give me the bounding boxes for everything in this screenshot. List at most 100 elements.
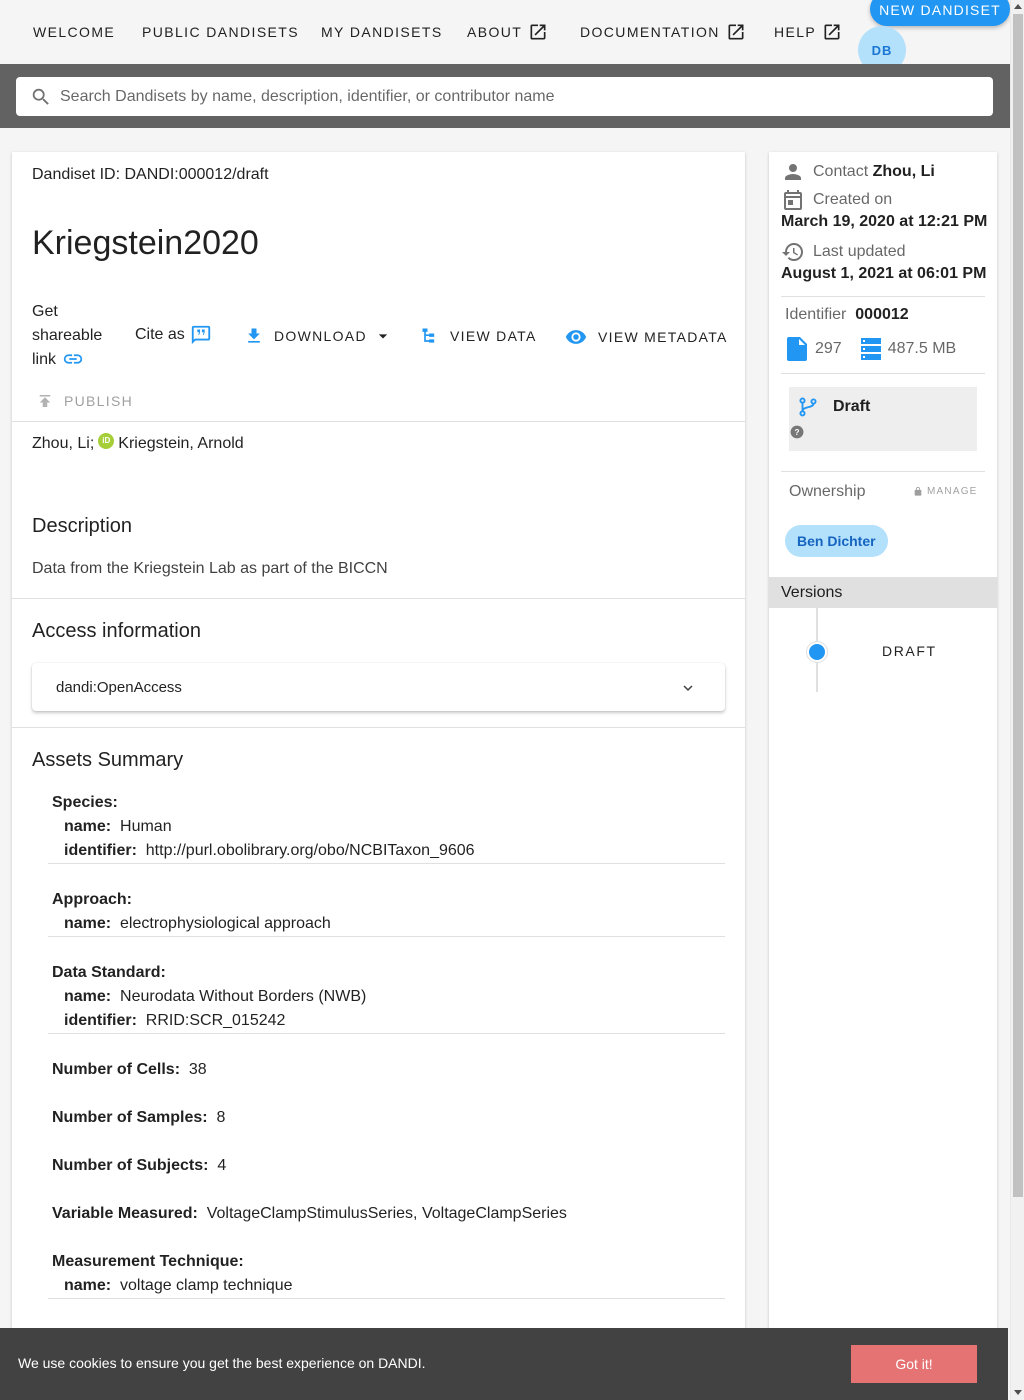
cookie-banner: We use cookies to ensure you get the bes… [0,1328,1008,1400]
number-of-samples: Number of Samples: 8 [52,1106,225,1130]
samples-key: Number of Samples: [52,1109,208,1126]
cite-as-label: Cite as [135,326,185,343]
species-key: Species: [52,794,118,811]
eye-icon [565,330,587,344]
svg-text:?: ? [795,428,800,437]
versions-header: Versions [769,577,997,608]
dandiset-side-card: Contact Zhou, Li Created on March 19, 20… [769,152,997,1352]
owner-chip[interactable]: Ben Dichter [785,525,888,557]
cells-value: 38 [188,1061,207,1078]
identifier-value: 000012 [855,306,909,323]
download-icon [248,328,260,343]
summary-measurement-technique: Measurement Technique: name: voltage cla… [48,1250,725,1299]
data-standard-key: Data Standard: [52,964,166,981]
nav-welcome[interactable]: WELCOME [33,22,115,42]
technique-key: Measurement Technique: [52,1253,244,1270]
new-dandiset-button[interactable]: NEW DANDISET [870,0,1010,26]
variable-value: VoltageClampStimulusSeries, VoltageClamp… [206,1205,567,1222]
publish-button[interactable]: PUBLISH [36,392,133,410]
publish-label: PUBLISH [64,393,134,409]
variable-key: Variable Measured: [52,1205,198,1222]
search-box [16,77,993,116]
branch-icon [799,397,817,417]
database-icon [860,338,881,360]
nav-documentation-label: DOCUMENTATION [580,24,720,40]
number-of-cells: Number of Cells: 38 [52,1058,207,1082]
access-value: dandi:OpenAccess [56,678,182,696]
nav-documentation[interactable]: DOCUMENTATION [580,22,746,42]
orcid-icon[interactable]: iD [98,433,115,449]
divider [781,296,985,297]
divider [12,727,745,728]
species-name-row: name: Human [64,815,172,839]
contributor-zhou: Zhou, Li; [32,435,95,452]
data-standard-identifier-key: identifier: [64,1012,137,1029]
view-data-label: VIEW DATA [450,328,537,344]
cookie-text: We use cookies to ensure you get the bes… [18,1355,426,1371]
nav-about[interactable]: ABOUT [467,22,548,42]
access-expansion-panel[interactable]: dandi:OpenAccess [32,663,725,711]
summary-approach: Approach: name: electrophysiological app… [48,888,725,937]
nav-public-dandisets[interactable]: PUBLIC DANDISETS [142,22,299,42]
lock-icon [914,486,922,496]
created-row: Created on [781,188,892,212]
cells-key: Number of Cells: [52,1061,181,1078]
dandiset-id: Dandiset ID: DANDI:000012/draft [32,166,269,183]
nav-help[interactable]: HELP [774,22,842,42]
shareable-link-button[interactable]: Get shareable link [32,300,112,372]
scroll-down-arrow[interactable] [1014,1390,1022,1395]
contact-value[interactable]: Zhou, Li [873,163,935,181]
cookie-accept-button[interactable]: Got it! [851,1345,977,1383]
timeline-dot [807,642,827,662]
file-tree-icon [422,328,435,343]
species-name-key: name: [64,818,112,835]
approach-name-row: name: electrophysiological approach [64,912,331,936]
cite-as-button[interactable]: Cite as [135,324,212,346]
search-icon [32,88,49,105]
calendar-icon [784,190,802,210]
description-text: Data from the Kriegstein Lab as part of … [32,560,388,577]
external-link-icon [824,24,840,40]
history-icon [782,243,803,261]
nav-my-dandisets[interactable]: MY DANDISETS [321,22,443,42]
subjects-key: Number of Subjects: [52,1157,209,1174]
created-value: March 19, 2020 at 12:21 PM [781,213,988,230]
publish-icon [39,395,51,407]
manage-label: MANAGE [927,486,978,497]
divider [12,421,745,422]
file-stats-row: 297 487.5 MB [787,337,956,361]
technique-name-key: name: [64,1277,112,1294]
created-label: Created on [813,191,893,208]
file-icon [787,337,807,361]
approach-name: electrophysiological approach [120,915,331,932]
number-of-subjects: Number of Subjects: 4 [52,1154,226,1178]
nav-about-label: ABOUT [467,24,523,40]
identifier-label: Identifier [785,306,847,323]
link-icon [64,354,83,364]
version-draft-item[interactable]: DRAFT [882,643,937,659]
data-standard-name-row: name: Neurodata Without Borders (NWB) [64,985,366,1009]
species-identifier-row: identifier: http://purl.obolibrary.org/o… [64,839,475,863]
view-metadata-button[interactable]: VIEW METADATA [564,326,728,348]
search-input[interactable] [60,87,960,106]
scroll-thumb[interactable] [1013,14,1023,1197]
updated-row: Last updated [781,240,906,264]
updated-value: August 1, 2021 at 06:01 PM [781,265,987,282]
variable-measured: Variable Measured: VoltageClampStimulusS… [52,1202,567,1226]
species-identifier-key: identifier: [64,842,137,859]
view-data-button[interactable]: VIEW DATA [420,326,537,346]
contact-row: Contact Zhou, Li [781,160,935,184]
top-nav: WELCOME PUBLIC DANDISETS MY DANDISETS AB… [0,0,1010,74]
ownership-label: Ownership [789,483,866,500]
manage-owners-button[interactable]: MANAGE [913,486,978,497]
approach-name-key: name: [64,915,112,932]
help-icon[interactable]: ? [790,425,804,439]
caret-down-icon [378,334,388,339]
draft-label: Draft [833,398,871,415]
summary-species: Species: name: Human identifier: http://… [48,791,725,864]
chevron-down-icon [683,685,693,691]
scroll-up-arrow[interactable] [1014,4,1022,9]
data-standard-name: Neurodata Without Borders (NWB) [120,988,367,1005]
page-scrollbar[interactable] [1010,0,1024,1400]
download-button[interactable]: DOWNLOAD [244,326,393,346]
